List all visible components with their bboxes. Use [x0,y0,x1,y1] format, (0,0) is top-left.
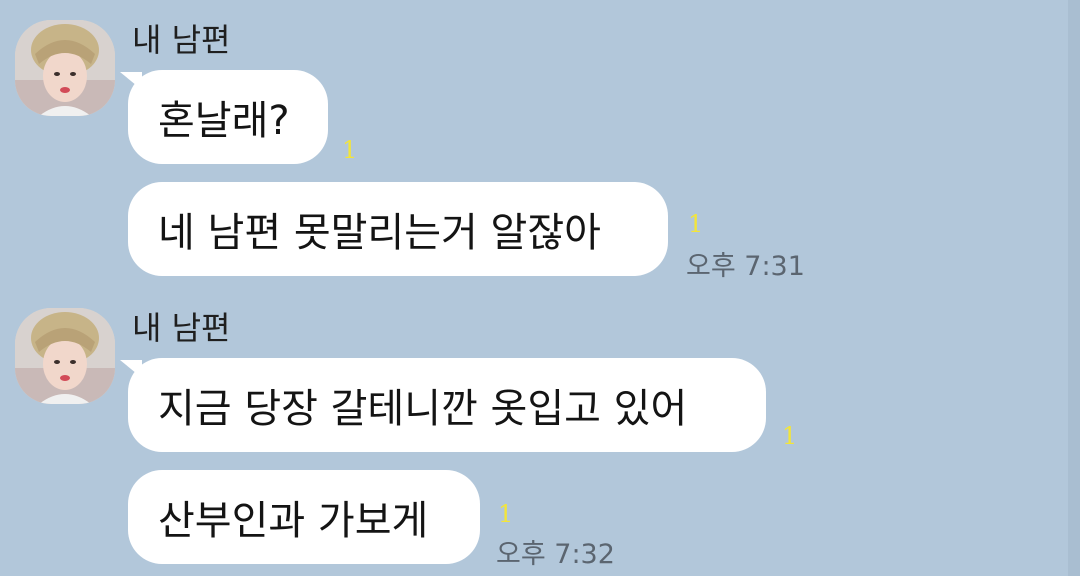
avatar[interactable] [15,20,115,116]
sender-name: 내 남편 [132,21,231,59]
sender-name: 내 남편 [132,309,231,347]
unread-count: 1 [498,500,514,528]
unread-count: 1 [342,136,358,164]
unread-count: 1 [688,210,704,238]
message-bubble[interactable]: 네 남편 못말리는거 알잖아 [128,182,668,276]
message-text: 산부인과 가보게 [158,498,429,544]
message-text: 혼날래? [158,98,290,144]
profile-photo-icon [15,20,115,116]
message-bubble[interactable]: 지금 당장 갈테니깐 옷입고 있어 [128,358,766,452]
message-text: 지금 당장 갈테니깐 옷입고 있어 [158,386,688,432]
message-text: 네 남편 못말리는거 알잖아 [158,210,601,256]
message-bubble[interactable]: 혼날래? [128,70,328,164]
message-bubble[interactable]: 산부인과 가보게 [128,470,480,564]
avatar[interactable] [15,308,115,404]
profile-photo-icon [15,308,115,404]
timestamp: 오후 7:31 [686,251,805,282]
unread-count: 1 [782,422,798,450]
timestamp: 오후 7:32 [496,539,615,570]
scroll-edge [1068,0,1080,576]
